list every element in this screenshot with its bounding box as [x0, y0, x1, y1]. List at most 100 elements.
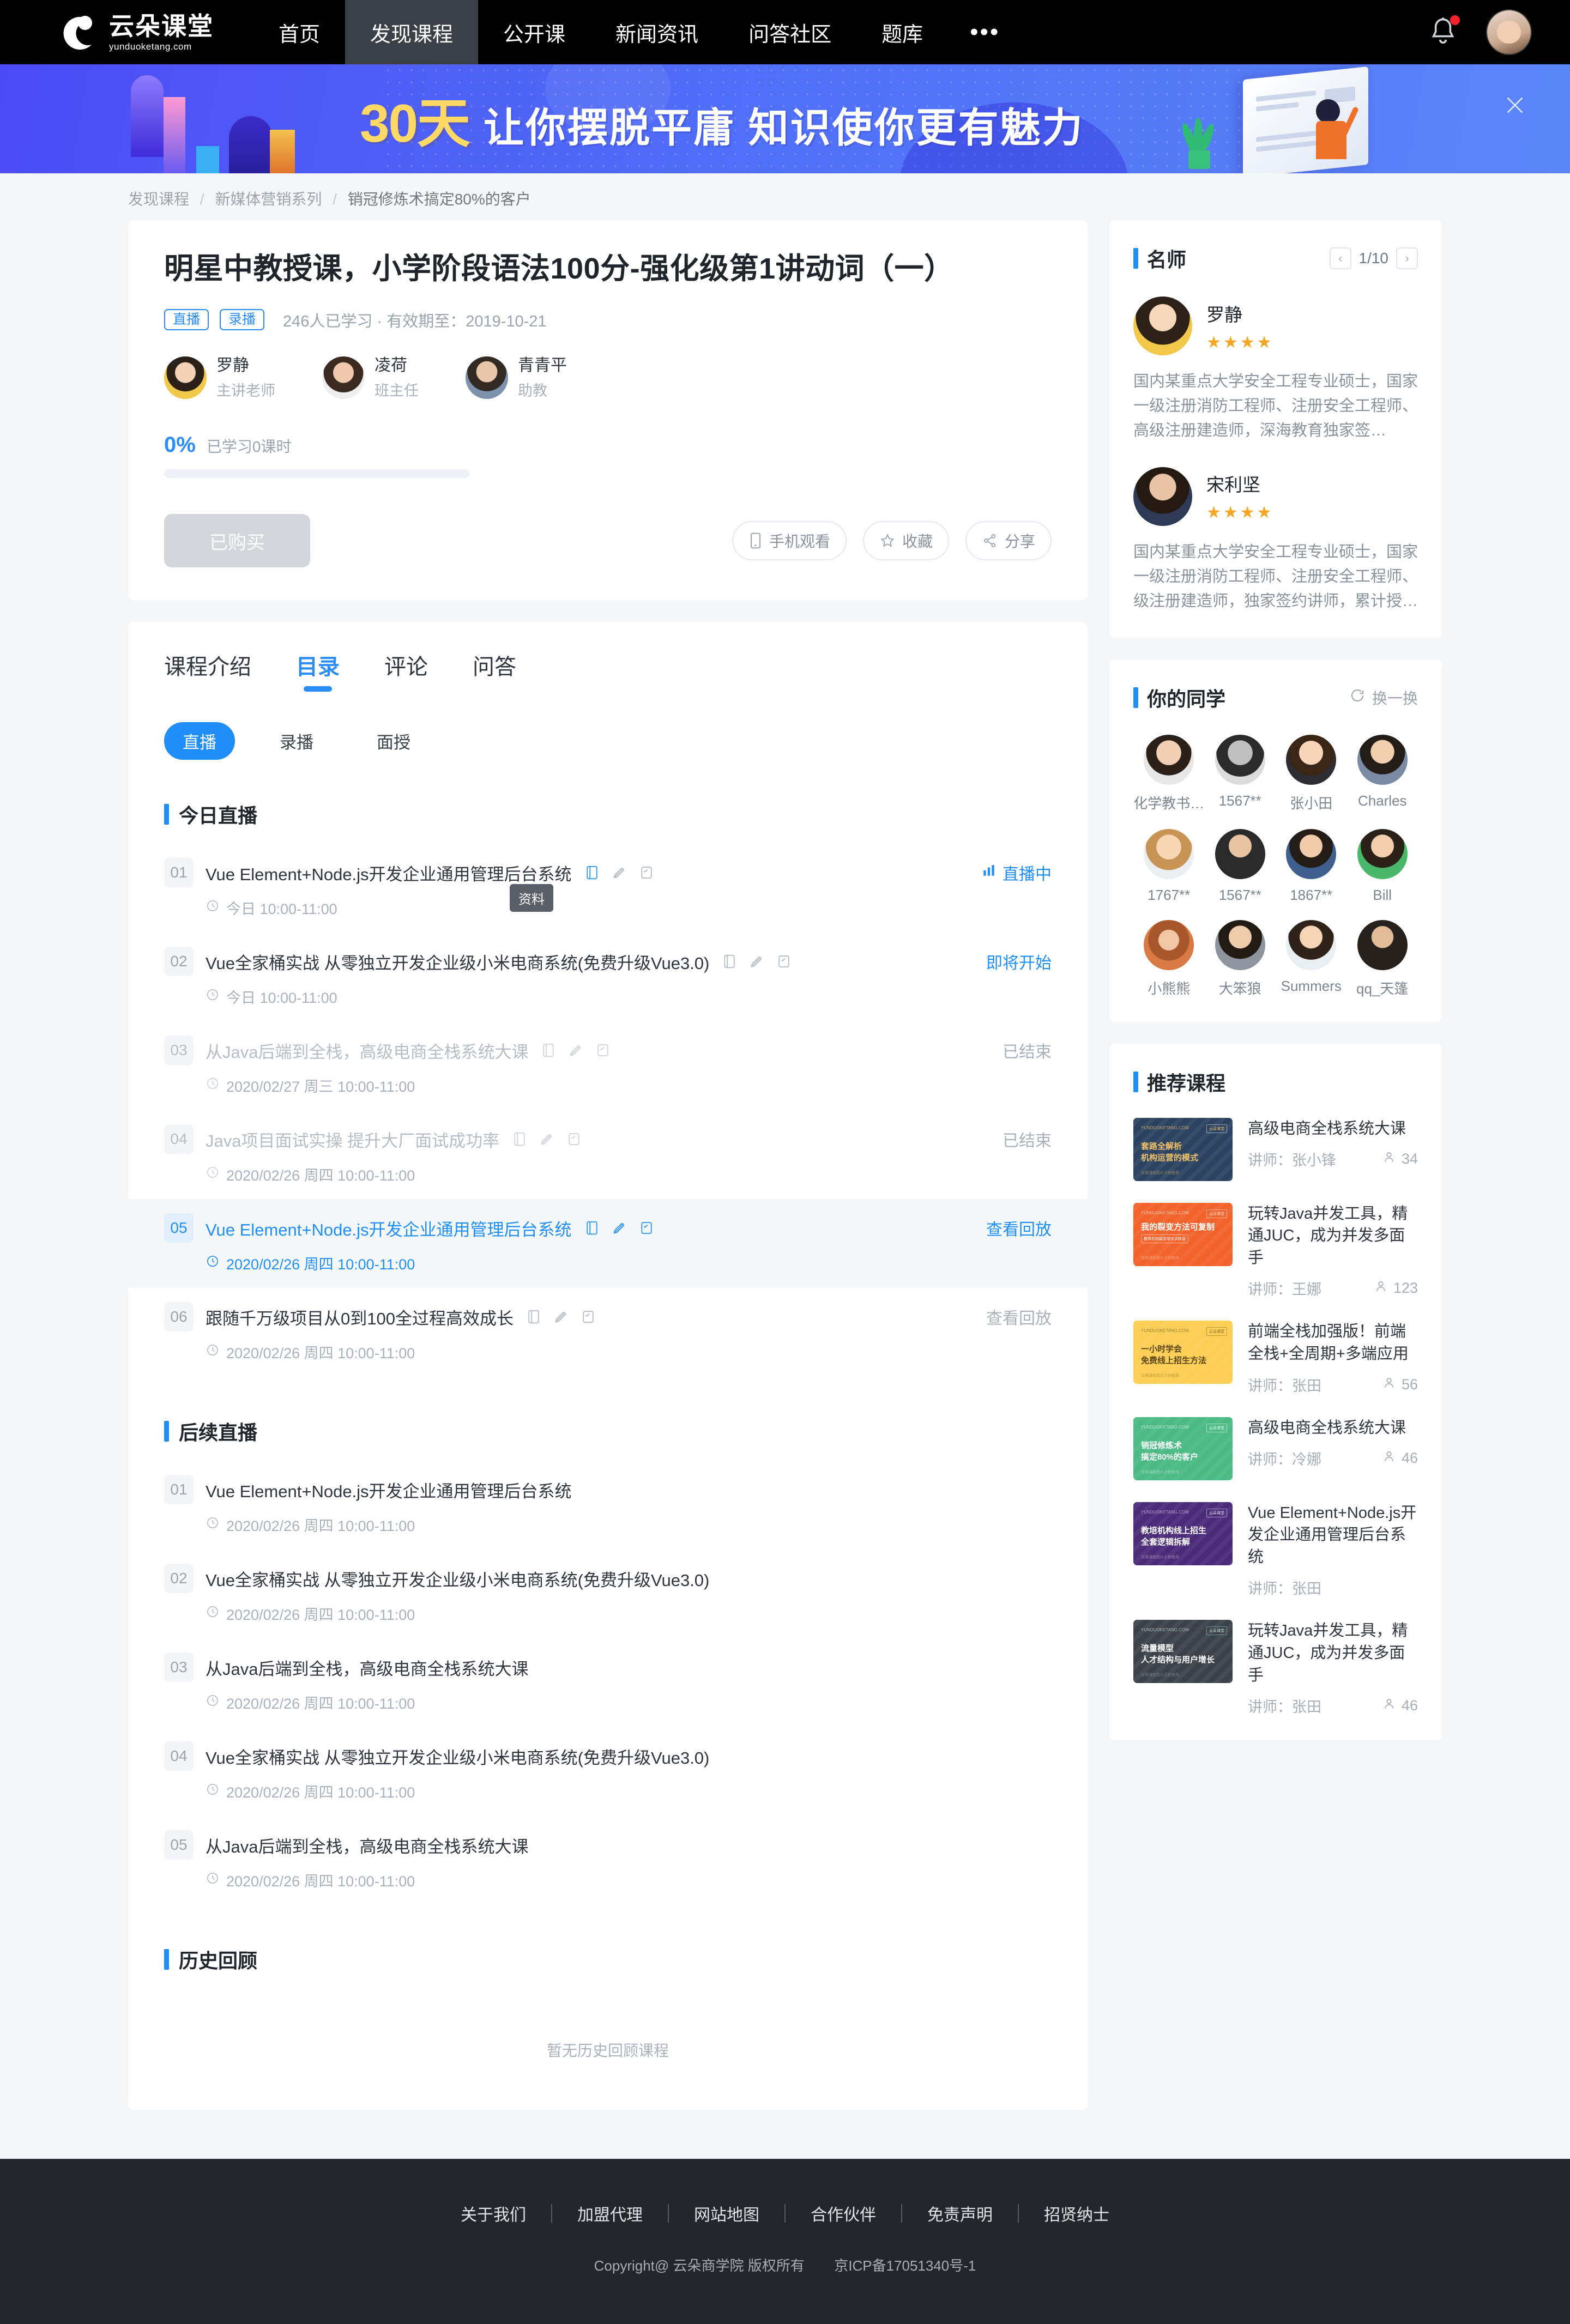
chip-offline[interactable]: 面授: [358, 722, 429, 760]
table-row[interactable]: 04 Java项目面试实操 提升大厂面试成功率 已结束 2020/02/26 周…: [128, 1110, 1088, 1199]
material-icon[interactable]: [584, 1220, 600, 1236]
list-item[interactable]: Summers: [1276, 919, 1347, 998]
list-item[interactable]: YUNDUOKETANG.COM 云朵课堂 我的裂变方法可复制 教育机构裂变增长…: [1133, 1202, 1418, 1299]
course-teacher-item[interactable]: 青青平 助教: [466, 355, 567, 401]
favorite-button[interactable]: 收藏: [862, 521, 949, 560]
list-item[interactable]: YUNDUOKETANG.COM 云朵课堂 一小时学会 免费线上招生方法 仅限课…: [1133, 1321, 1418, 1395]
list-item[interactable]: Bill: [1347, 828, 1418, 904]
breadcrumb-level-2[interactable]: 新媒体营销系列: [215, 191, 322, 208]
nav-item-question-bank[interactable]: 题库: [856, 0, 948, 64]
table-row[interactable]: 02 Vue全家桶实战 从零独立开发企业级小米电商系统(免费升级Vue3.0) …: [128, 933, 1088, 1021]
list-item[interactable]: 小熊熊: [1133, 919, 1205, 998]
chevron-right-icon[interactable]: ›: [1396, 247, 1418, 269]
table-row[interactable]: 04 Vue全家桶实战 从零独立开发企业级小米电商系统(免费升级Vue3.0) …: [128, 1727, 1088, 1816]
material-icon[interactable]: [540, 1042, 557, 1058]
chip-recorded[interactable]: 录播: [261, 722, 332, 760]
table-row[interactable]: 01 Vue Element+Node.js开发企业通用管理后台系统 直播中 今…: [128, 844, 1088, 933]
status-badge[interactable]: 即将开始: [986, 949, 1052, 973]
list-item[interactable]: 化学教书…: [1133, 734, 1205, 813]
list-item[interactable]: 张小田: [1276, 734, 1347, 813]
lesson-title[interactable]: Vue Element+Node.js开发企业通用管理后台系统: [206, 1478, 572, 1502]
exam-icon[interactable]: [595, 1042, 611, 1058]
footer-link-franchise[interactable]: 加盟代理: [552, 2201, 668, 2225]
list-item[interactable]: qq_天篷: [1347, 919, 1418, 998]
homework-icon[interactable]: [567, 1042, 584, 1058]
footer-link-about[interactable]: 关于我们: [436, 2201, 551, 2225]
homework-icon[interactable]: [611, 864, 627, 881]
exam-icon[interactable]: [580, 1309, 596, 1325]
refresh-classmates-button[interactable]: 换一换: [1349, 687, 1418, 709]
watch-on-mobile-button[interactable]: 手机观看: [732, 521, 847, 560]
homework-icon[interactable]: [539, 1131, 555, 1147]
exam-icon[interactable]: [638, 864, 655, 881]
tab-course-intro[interactable]: 课程介绍: [164, 649, 251, 692]
lecturer-item[interactable]: 罗静 ★★★★ 国内某重点大学安全工程专业硕士，国家一级注册消防工程师、注册安全…: [1133, 296, 1418, 443]
lesson-title[interactable]: Vue全家桶实战 从零独立开发企业级小米电商系统(免费升级Vue3.0): [206, 1744, 709, 1769]
user-avatar[interactable]: [1486, 9, 1532, 55]
status-badge[interactable]: 查看回放: [986, 1305, 1052, 1329]
purchased-button[interactable]: 已购买: [164, 514, 310, 567]
homework-icon[interactable]: [611, 1220, 627, 1236]
material-icon[interactable]: [584, 864, 600, 881]
site-logo[interactable]: 云朵课堂 yunduoketang.com: [60, 11, 224, 53]
nav-item-open-class[interactable]: 公开课: [478, 0, 590, 64]
table-row[interactable]: 05 Vue Element+Node.js开发企业通用管理后台系统 查看回放: [128, 1199, 1088, 1288]
lesson-title[interactable]: 从Java后端到全栈，高级电商全栈系统大课: [206, 1038, 528, 1063]
nav-item-discover-courses[interactable]: 发现课程: [345, 0, 479, 64]
close-icon[interactable]: [1502, 93, 1527, 118]
homework-icon[interactable]: [553, 1309, 569, 1325]
lesson-title[interactable]: Vue Element+Node.js开发企业通用管理后台系统: [206, 861, 572, 885]
nav-item-home[interactable]: 首页: [253, 0, 345, 64]
lecturer-item[interactable]: 宋利坚 ★★★★ 国内某重点大学安全工程专业硕士，国家一级注册消防工程师、注册安…: [1133, 467, 1418, 614]
tab-catalog[interactable]: 目录: [296, 649, 340, 692]
list-item[interactable]: 1767**: [1133, 828, 1205, 904]
footer-link-disclaimer[interactable]: 免责声明: [902, 2201, 1018, 2225]
footer-link-sitemap[interactable]: 网站地图: [669, 2201, 784, 2225]
list-item[interactable]: 大笨狼: [1205, 919, 1276, 998]
course-teacher-item[interactable]: 凌荷 班主任: [322, 355, 419, 401]
table-row[interactable]: 03 从Java后端到全栈，高级电商全栈系统大课 2020/02/26 周四 1…: [128, 1638, 1088, 1727]
breadcrumb-level-1[interactable]: 发现课程: [128, 191, 189, 208]
table-row[interactable]: 06 跟随千万级项目从0到100全过程高效成长 查看回放 2020/02/26 …: [128, 1288, 1088, 1377]
material-icon[interactable]: [721, 953, 738, 970]
material-icon[interactable]: [526, 1309, 542, 1325]
list-item[interactable]: YUNDUOKETANG.COM 云朵课堂 套路全解析 机构运营的模式 仅限课程…: [1133, 1117, 1418, 1181]
nav-item-qa-community[interactable]: 问答社区: [723, 0, 856, 64]
tab-comments[interactable]: 评论: [384, 649, 428, 692]
list-item[interactable]: YUNDUOKETANG.COM 云朵课堂 销冠修炼术 搞定80%的客户 仅限课…: [1133, 1417, 1418, 1480]
table-row[interactable]: 05 从Java后端到全栈，高级电商全栈系统大课 2020/02/26 周四 1…: [128, 1816, 1088, 1905]
lesson-title[interactable]: 从Java后端到全栈，高级电商全栈系统大课: [206, 1655, 528, 1680]
footer-link-careers[interactable]: 招贤纳士: [1019, 2201, 1134, 2225]
list-item[interactable]: 1867**: [1276, 828, 1347, 904]
lesson-title[interactable]: Vue Element+Node.js开发企业通用管理后台系统: [206, 1216, 572, 1240]
icp-license[interactable]: 京ICP备17051340号-1: [834, 2258, 976, 2274]
nav-item-more-icon[interactable]: •••: [948, 0, 1022, 64]
lesson-title[interactable]: Vue全家桶实战 从零独立开发企业级小米电商系统(免费升级Vue3.0): [206, 1566, 709, 1591]
course-teacher-item[interactable]: 罗静 主讲老师: [164, 355, 275, 401]
table-row[interactable]: 03 从Java后端到全栈，高级电商全栈系统大课 已结束 2020/02/27 …: [128, 1021, 1088, 1110]
notification-bell-icon[interactable]: [1428, 15, 1460, 48]
exam-icon[interactable]: [776, 953, 792, 970]
status-badge[interactable]: 查看回放: [986, 1216, 1052, 1240]
chevron-left-icon[interactable]: ‹: [1329, 247, 1351, 269]
list-item[interactable]: YUNDUOKETANG.COM 云朵课堂 流量模型 人才结构与用户增长 仅限课…: [1133, 1620, 1418, 1716]
list-item[interactable]: 1567**: [1205, 828, 1276, 904]
homework-icon[interactable]: [748, 953, 765, 970]
list-item[interactable]: YUNDUOKETANG.COM 云朵课堂 教培机构线上招生 全套逻辑拆解 仅限…: [1133, 1502, 1418, 1599]
exam-icon[interactable]: [566, 1131, 582, 1147]
nav-item-news[interactable]: 新闻资讯: [590, 0, 723, 64]
list-item[interactable]: 1567**: [1205, 734, 1276, 813]
material-icon[interactable]: [511, 1131, 528, 1147]
lesson-title[interactable]: Java项目面试实操 提升大厂面试成功率: [206, 1127, 499, 1152]
chip-live[interactable]: 直播: [164, 722, 235, 760]
lesson-title[interactable]: 跟随千万级项目从0到100全过程高效成长: [206, 1305, 514, 1329]
footer-link-partners[interactable]: 合作伙伴: [786, 2201, 901, 2225]
lesson-title[interactable]: 从Java后端到全栈，高级电商全栈系统大课: [206, 1833, 528, 1857]
tab-qa[interactable]: 问答: [473, 649, 516, 692]
list-item[interactable]: Charles: [1347, 734, 1418, 813]
table-row[interactable]: 02 Vue全家桶实战 从零独立开发企业级小米电商系统(免费升级Vue3.0) …: [128, 1550, 1088, 1638]
promo-banner[interactable]: 30天 让你摆脱平庸 知识使你更有魅力: [0, 64, 1570, 173]
exam-icon[interactable]: [638, 1220, 655, 1236]
lesson-title[interactable]: Vue全家桶实战 从零独立开发企业级小米电商系统(免费升级Vue3.0): [206, 949, 709, 974]
status-badge[interactable]: 直播中: [982, 861, 1052, 885]
